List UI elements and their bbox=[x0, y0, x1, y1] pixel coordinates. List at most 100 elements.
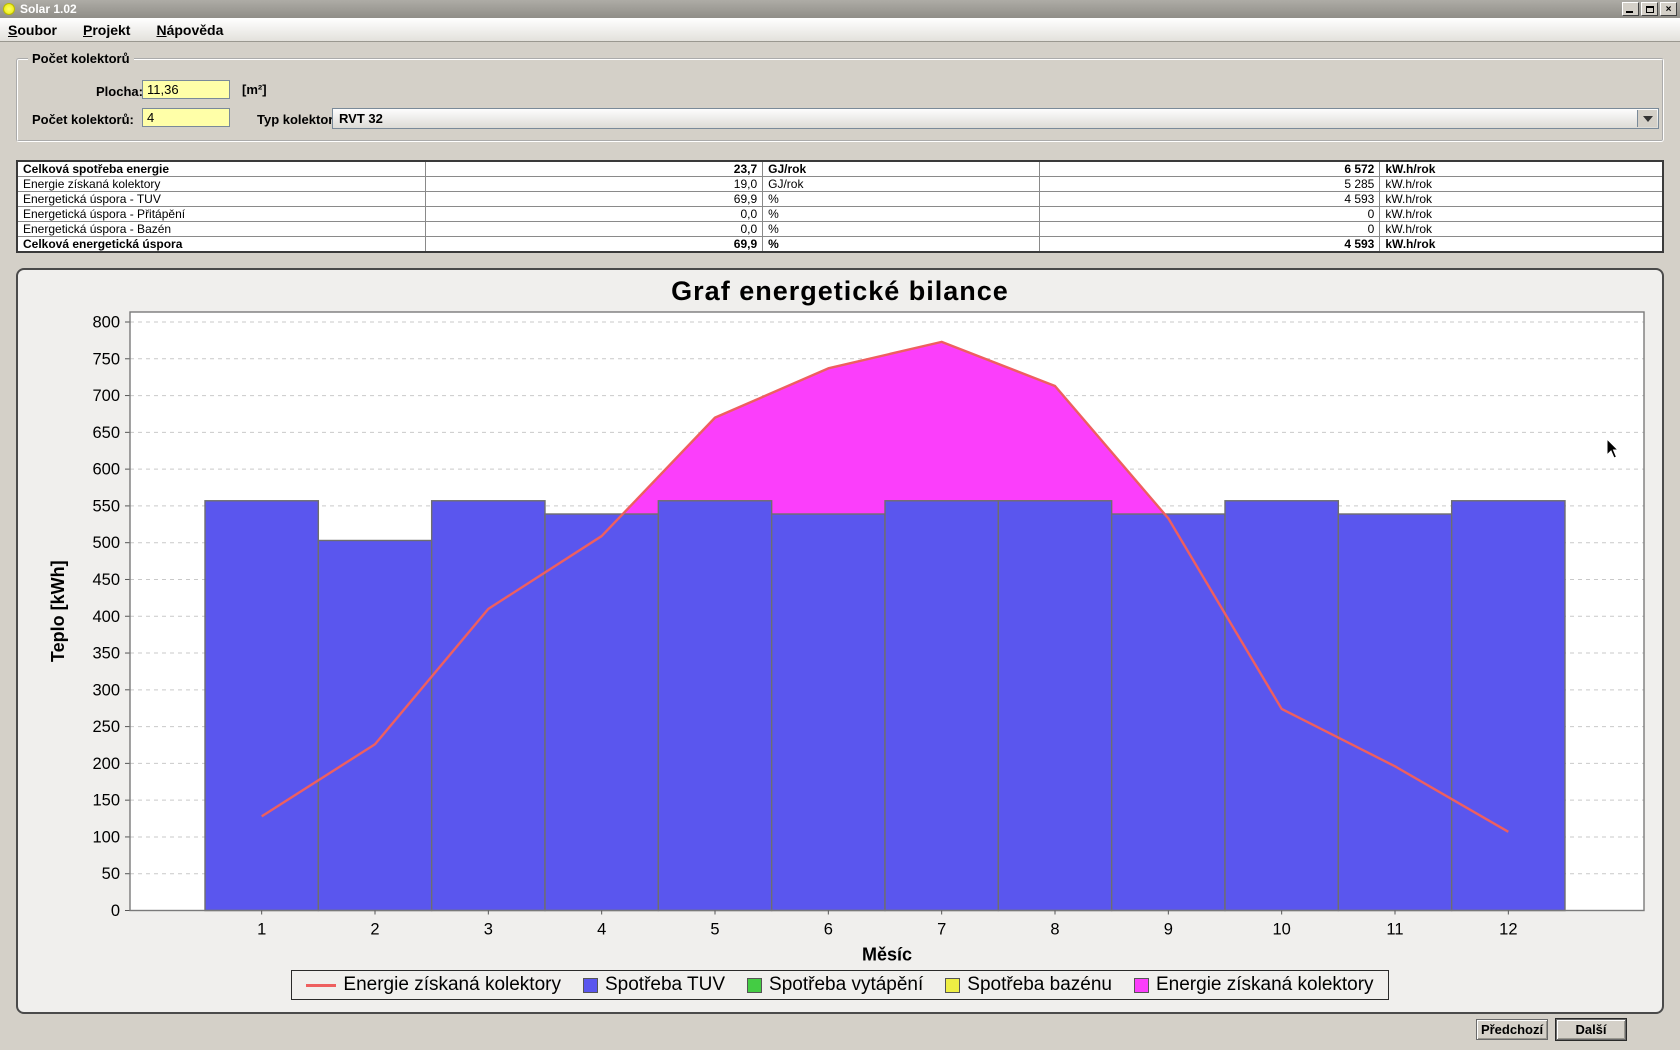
legend-square-marker bbox=[583, 978, 598, 993]
legend-item: Spotřeba bazénu bbox=[945, 974, 1112, 996]
legend-item: Spotřeba TUV bbox=[583, 974, 725, 996]
plocha-label: Plocha: bbox=[96, 84, 143, 99]
previous-button[interactable]: Předchozí bbox=[1476, 1019, 1548, 1040]
svg-text:50: 50 bbox=[102, 865, 120, 883]
row-unit-pct: % bbox=[763, 207, 1040, 222]
row-label: Energetická úspora - TUV bbox=[17, 192, 425, 207]
legend-label: Spotřeba bazénu bbox=[967, 974, 1112, 996]
legend-label: Energie získaná kolektory bbox=[1156, 974, 1374, 996]
svg-text:400: 400 bbox=[92, 608, 120, 626]
legend-item: Energie získaná kolektory bbox=[306, 974, 561, 996]
table-row: Celková energetická úspora 69,9 % 4 593 … bbox=[17, 237, 1663, 253]
svg-text:700: 700 bbox=[92, 387, 120, 405]
row-unit-kwh: kW.h/rok bbox=[1380, 237, 1663, 253]
restore-button[interactable] bbox=[1641, 2, 1658, 16]
table-row: Energetická úspora - TUV 69,9 % 4 593 kW… bbox=[17, 192, 1663, 207]
legend-item: Energie získaná kolektory bbox=[1134, 974, 1374, 996]
svg-text:600: 600 bbox=[92, 461, 120, 479]
legend-line-marker bbox=[306, 984, 336, 987]
close-button[interactable]: × bbox=[1660, 2, 1677, 16]
svg-text:6: 6 bbox=[824, 921, 833, 939]
svg-text:2: 2 bbox=[370, 921, 379, 939]
table-row: Energetická úspora - Přitápění 0,0 % 0 k… bbox=[17, 207, 1663, 222]
svg-text:100: 100 bbox=[92, 828, 120, 846]
energy-results-table: Celková spotřeba energie 23,7 GJ/rok 6 5… bbox=[16, 160, 1664, 253]
pocet-input[interactable] bbox=[142, 108, 230, 127]
row-value-pct: 0,0 bbox=[425, 207, 762, 222]
chart-legend: Energie získaná kolektory Spotřeba TUV Spo… bbox=[18, 970, 1662, 1000]
svg-text:12: 12 bbox=[1499, 921, 1517, 939]
svg-text:0: 0 bbox=[111, 902, 120, 920]
row-label: Energetická úspora - Přitápění bbox=[17, 207, 425, 222]
svg-text:150: 150 bbox=[92, 792, 120, 810]
menu-projekt[interactable]: Projekt bbox=[83, 22, 130, 38]
svg-text:250: 250 bbox=[92, 718, 120, 736]
row-unit-pct: % bbox=[763, 237, 1040, 253]
restore-icon bbox=[1646, 6, 1654, 13]
row-value-kwh: 0 bbox=[1039, 222, 1380, 237]
row-value-kwh: 6 572 bbox=[1039, 161, 1380, 177]
minimize-icon bbox=[1626, 11, 1633, 13]
svg-text:750: 750 bbox=[92, 350, 120, 368]
svg-text:550: 550 bbox=[92, 497, 120, 515]
svg-text:300: 300 bbox=[92, 681, 120, 699]
row-label: Celková energetická úspora bbox=[17, 237, 425, 253]
row-unit-pct: % bbox=[763, 222, 1040, 237]
row-unit-kwh: kW.h/rok bbox=[1380, 207, 1663, 222]
window-title: Solar 1.02 bbox=[20, 2, 1620, 16]
next-button[interactable]: Další bbox=[1556, 1019, 1626, 1040]
menu-napoveda[interactable]: Nápověda bbox=[156, 22, 223, 38]
plocha-input[interactable] bbox=[142, 80, 230, 99]
svg-text:450: 450 bbox=[92, 571, 120, 589]
row-unit-kwh: kW.h/rok bbox=[1380, 222, 1663, 237]
row-value-gj: 23,7 bbox=[425, 161, 762, 177]
menu-soubor[interactable]: Soubor bbox=[8, 22, 57, 38]
groupbox-title: Počet kolektorů bbox=[28, 51, 134, 66]
row-label: Celková spotřeba energie bbox=[17, 161, 425, 177]
row-unit-kwh: kW.h/rok bbox=[1380, 177, 1663, 192]
legend-square-marker bbox=[945, 978, 960, 993]
row-value-kwh: 4 593 bbox=[1039, 237, 1380, 253]
row-unit-gj: GJ/rok bbox=[763, 161, 1040, 177]
row-unit-kwh: kW.h/rok bbox=[1380, 192, 1663, 207]
chart-svg: 0501001502002503003504004505005506006507… bbox=[18, 270, 1666, 1016]
title-bar: Solar 1.02 × bbox=[0, 0, 1680, 18]
row-unit-kwh: kW.h/rok bbox=[1380, 161, 1663, 177]
plocha-unit-label: [m²] bbox=[242, 82, 267, 97]
svg-text:11: 11 bbox=[1386, 921, 1403, 939]
legend-label: Energie získaná kolektory bbox=[343, 974, 561, 996]
mouse-cursor bbox=[1606, 438, 1620, 460]
table-row: Energie získaná kolektory 19,0 GJ/rok 5 … bbox=[17, 177, 1663, 192]
svg-text:200: 200 bbox=[92, 755, 120, 773]
table-row: Energetická úspora - Bazén 0,0 % 0 kW.h/… bbox=[17, 222, 1663, 237]
row-unit-pct: % bbox=[763, 192, 1040, 207]
chart-legend-inner: Energie získaná kolektory Spotřeba TUV Spo… bbox=[291, 970, 1388, 1000]
minimize-button[interactable] bbox=[1622, 2, 1639, 16]
legend-square-marker bbox=[1134, 978, 1149, 993]
svg-text:800: 800 bbox=[92, 314, 120, 332]
row-label: Energie získaná kolektory bbox=[17, 177, 425, 192]
row-value-pct: 69,9 bbox=[425, 192, 762, 207]
svg-text:8: 8 bbox=[1050, 921, 1059, 939]
typ-kolektoru-select[interactable]: RVT 32 bbox=[332, 108, 1659, 129]
legend-label: Spotřeba vytápění bbox=[769, 974, 923, 996]
svg-text:10: 10 bbox=[1272, 921, 1290, 939]
svg-text:Měsíc: Měsíc bbox=[862, 945, 912, 965]
legend-square-marker bbox=[747, 978, 762, 993]
svg-text:650: 650 bbox=[92, 424, 120, 442]
collector-groupbox: Počet kolektorů Plocha: [m²] Počet kolek… bbox=[16, 58, 1664, 142]
svg-text:Teplo [kWh]: Teplo [kWh] bbox=[48, 560, 68, 662]
row-value-pct: 69,9 bbox=[425, 237, 762, 253]
legend-item: Spotřeba vytápění bbox=[747, 974, 923, 996]
app-sun-icon bbox=[3, 3, 15, 15]
typ-kolektoru-value: RVT 32 bbox=[339, 111, 383, 126]
row-value-kwh: 5 285 bbox=[1039, 177, 1380, 192]
pocet-label: Počet kolektorů: bbox=[32, 112, 134, 127]
table-row: Celková spotřeba energie 23,7 GJ/rok 6 5… bbox=[17, 161, 1663, 177]
svg-text:9: 9 bbox=[1164, 921, 1173, 939]
svg-text:4: 4 bbox=[597, 921, 606, 939]
chevron-down-icon[interactable] bbox=[1637, 110, 1657, 127]
svg-text:350: 350 bbox=[92, 645, 120, 663]
row-label: Energetická úspora - Bazén bbox=[17, 222, 425, 237]
menu-bar: Soubor Projekt Nápověda bbox=[0, 18, 1680, 42]
